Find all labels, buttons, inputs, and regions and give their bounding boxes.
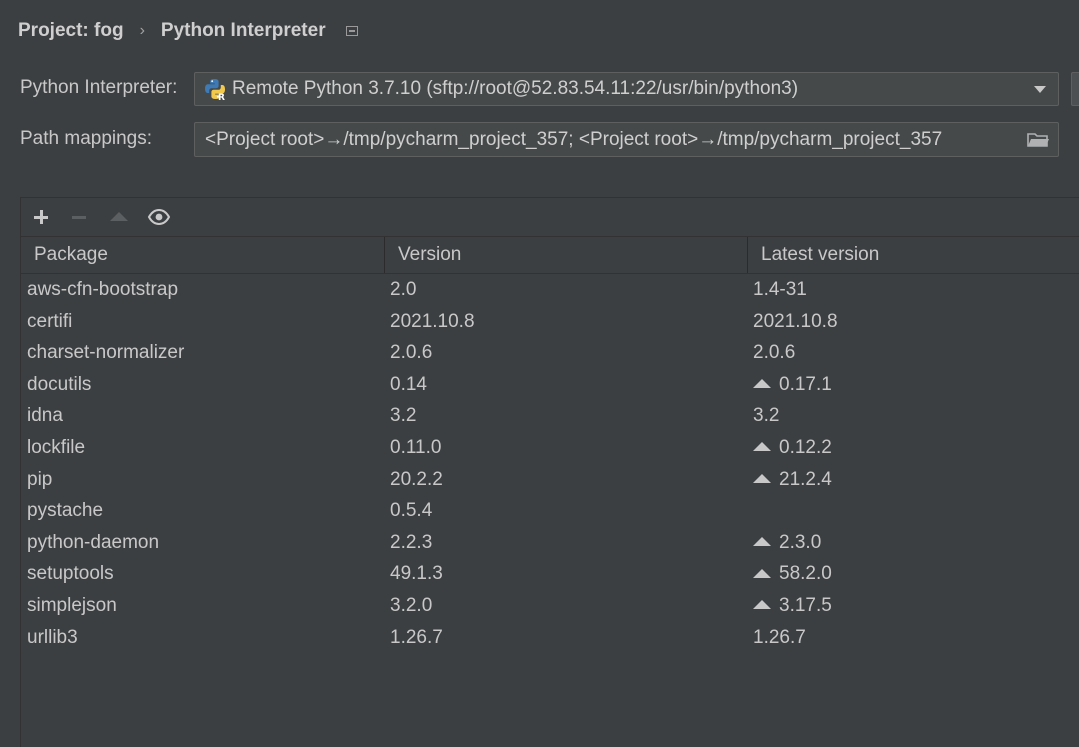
packages-toolbar xyxy=(21,198,1079,236)
upgrade-available-icon xyxy=(753,568,771,578)
table-row[interactable]: setuptools 49.1.3 58.2.0 xyxy=(21,558,1079,590)
table-header: Package Version Latest version xyxy=(21,236,1079,274)
package-version: 2021.10.8 xyxy=(390,310,475,332)
table-row[interactable]: certifi 2021.10.8 2021.10.8 xyxy=(21,306,1079,338)
interpreter-label: Python Interpreter: xyxy=(20,77,178,98)
package-version: 2.0.6 xyxy=(390,342,433,364)
eye-icon[interactable] xyxy=(147,207,171,227)
python-remote-icon: R xyxy=(204,78,226,103)
package-name: pip xyxy=(27,468,53,490)
pin-window-icon[interactable] xyxy=(345,26,358,36)
upgrade-available-icon xyxy=(753,379,771,389)
interpreter-settings-button[interactable] xyxy=(1071,72,1079,106)
column-header-version[interactable]: Version xyxy=(385,237,748,273)
table-row[interactable]: pip 20.2.2 21.2.4 xyxy=(21,464,1079,496)
interpreter-value: Remote Python 3.7.10 (sftp://root@52.83.… xyxy=(232,78,799,99)
latest-version-text: 0.12.2 xyxy=(779,436,832,458)
package-name: setuptools xyxy=(27,563,114,585)
latest-version-text: 2.0.6 xyxy=(753,342,796,364)
breadcrumb-current: Python Interpreter xyxy=(160,20,326,41)
package-latest-version: 1.26.7 xyxy=(753,622,806,654)
table-row[interactable]: python-daemon 2.2.3 2.3.0 xyxy=(21,527,1079,559)
table-row[interactable]: lockfile 0.11.0 0.12.2 xyxy=(21,432,1079,464)
upgrade-available-icon xyxy=(753,442,771,452)
package-name: certifi xyxy=(27,310,73,332)
interpreter-combo[interactable]: R Remote Python 3.7.10 (sftp://root@52.8… xyxy=(194,72,1059,106)
table-row[interactable]: simplejson 3.2.0 3.17.5 xyxy=(21,590,1079,622)
breadcrumb: Project: fog › Python Interpreter xyxy=(18,18,358,44)
package-name: docutils xyxy=(27,373,92,395)
package-version: 2.2.3 xyxy=(390,531,433,553)
table-body: aws-cfn-bootstrap 2.0 1.4-31 certifi 2021.10… xyxy=(21,274,1079,653)
breadcrumb-project[interactable]: Project: fog xyxy=(18,20,124,42)
package-latest-version: 2.3.0 xyxy=(753,527,821,559)
package-latest-version: 0.12.2 xyxy=(753,432,832,464)
upgrade-available-icon xyxy=(753,537,771,547)
settings-page: Project: fog › Python Interpreter Python… xyxy=(0,0,1079,747)
package-latest-version: 3.2 xyxy=(753,400,779,432)
package-version: 20.2.2 xyxy=(390,468,443,490)
package-name: aws-cfn-bootstrap xyxy=(27,279,179,300)
package-version: 0.14 xyxy=(390,373,427,395)
package-latest-version: 0.17.1 xyxy=(753,369,832,401)
latest-version-text: 58.2.0 xyxy=(779,563,832,585)
package-version: 2.0 xyxy=(390,279,417,300)
package-version: 0.11.0 xyxy=(390,436,442,458)
folder-icon[interactable] xyxy=(1026,130,1050,150)
latest-version-text: 21.2.4 xyxy=(779,468,832,490)
table-row[interactable]: charset-normalizer 2.0.6 2.0.6 xyxy=(21,337,1079,369)
package-name: charset-normalizer xyxy=(27,342,185,364)
breadcrumb-separator: › xyxy=(139,22,145,39)
latest-version-text: 1.26.7 xyxy=(753,626,806,648)
minus-icon[interactable] xyxy=(69,207,89,227)
package-latest-version: 58.2.0 xyxy=(753,558,832,590)
package-version: 1.26.7 xyxy=(390,626,443,648)
latest-version-text: 2021.10.8 xyxy=(753,310,838,332)
latest-version-text: 1.4-31 xyxy=(753,279,807,300)
packages-table: Package Version Latest version aws-cfn-b… xyxy=(21,236,1079,653)
package-name: simplejson xyxy=(27,594,117,616)
path-mappings-field[interactable]: <Project root>→/tmp/pycharm_project_357;… xyxy=(194,122,1059,157)
package-version: 49.1.3 xyxy=(390,563,443,585)
chevron-down-icon[interactable] xyxy=(1034,86,1046,93)
packages-panel: Package Version Latest version aws-cfn-b… xyxy=(20,197,1079,747)
upgrade-available-icon xyxy=(753,473,771,483)
latest-version-text: 3.17.5 xyxy=(779,594,832,616)
package-latest-version: 2021.10.8 xyxy=(753,306,838,338)
latest-version-text: 3.2 xyxy=(753,405,780,427)
reset-link[interactable] xyxy=(1072,20,1079,42)
package-latest-version: 1.4-31 xyxy=(753,274,807,306)
plus-icon[interactable] xyxy=(31,207,51,227)
path-mappings-value: <Project root>→/tmp/pycharm_project_357;… xyxy=(205,128,943,150)
latest-version-text: 0.17.1 xyxy=(779,373,832,395)
path-mappings-label: Path mappings: xyxy=(20,128,153,149)
table-row[interactable]: urllib3 1.26.7 1.26.7 xyxy=(21,622,1079,654)
package-version: 3.2.0 xyxy=(390,594,433,616)
package-version: 3.2 xyxy=(390,405,417,427)
table-row[interactable]: pystache 0.5.4 xyxy=(21,495,1079,527)
package-name: lockfile xyxy=(27,436,86,458)
package-version: 0.5.4 xyxy=(390,500,433,522)
latest-version-text: 2.3.0 xyxy=(779,531,822,553)
package-name: pystache xyxy=(27,500,104,522)
package-latest-version: 21.2.4 xyxy=(753,464,832,496)
table-row[interactable]: idna 3.2 3.2 xyxy=(21,400,1079,432)
table-row[interactable]: docutils 0.14 0.17.1 xyxy=(21,369,1079,401)
column-header-package[interactable]: Package xyxy=(21,237,385,273)
svg-text:R: R xyxy=(218,93,225,100)
package-latest-version: 3.17.5 xyxy=(753,590,832,622)
package-name: python-daemon xyxy=(27,531,160,553)
upgrade-icon[interactable] xyxy=(109,207,129,227)
package-name: urllib3 xyxy=(27,626,78,648)
package-name: idna xyxy=(27,405,63,427)
table-row[interactable]: aws-cfn-bootstrap 2.0 1.4-31 xyxy=(21,274,1079,306)
upgrade-available-icon xyxy=(753,600,771,610)
column-header-latest-version[interactable]: Latest version xyxy=(748,237,1079,273)
package-latest-version: 2.0.6 xyxy=(753,337,795,369)
